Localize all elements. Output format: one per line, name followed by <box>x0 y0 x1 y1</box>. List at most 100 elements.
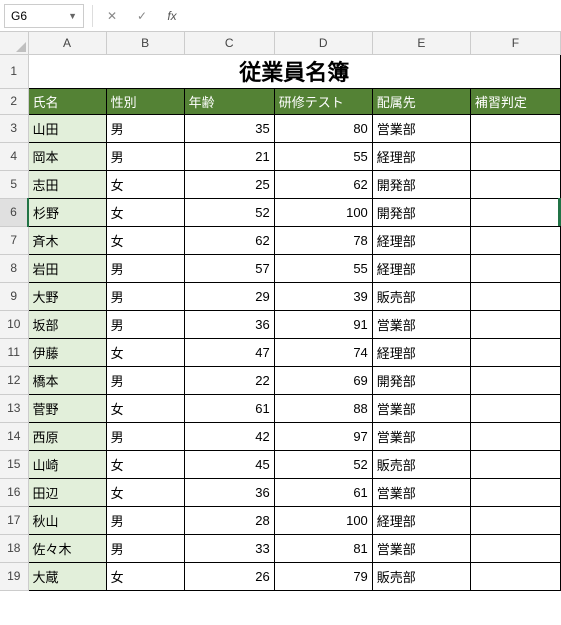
cell-score[interactable]: 100 <box>274 198 372 226</box>
row-header[interactable]: 1 <box>0 54 28 88</box>
row-header[interactable]: 14 <box>0 422 28 450</box>
header-cell[interactable]: 性別 <box>106 88 184 114</box>
cell-sex[interactable]: 女 <box>106 226 184 254</box>
cell-sex[interactable]: 男 <box>106 366 184 394</box>
row-header[interactable]: 17 <box>0 506 28 534</box>
row-header[interactable]: 12 <box>0 366 28 394</box>
cell-age[interactable]: 42 <box>184 422 274 450</box>
cell-sex[interactable]: 男 <box>106 506 184 534</box>
header-cell[interactable]: 研修テスト <box>274 88 372 114</box>
cell-name[interactable]: 西原 <box>28 422 106 450</box>
cell-age[interactable]: 61 <box>184 394 274 422</box>
cell-rem[interactable] <box>470 282 560 310</box>
cell-dept[interactable]: 営業部 <box>372 114 470 142</box>
sheet-title[interactable]: 従業員名簿 <box>28 54 560 88</box>
fx-icon[interactable]: fх <box>161 5 183 27</box>
cell-age[interactable]: 29 <box>184 282 274 310</box>
cell-sex[interactable]: 女 <box>106 394 184 422</box>
cell-rem[interactable] <box>470 170 560 198</box>
cell-score[interactable]: 61 <box>274 478 372 506</box>
row-header[interactable]: 18 <box>0 534 28 562</box>
cell-rem[interactable] <box>470 310 560 338</box>
cell-score[interactable]: 62 <box>274 170 372 198</box>
cell-dept[interactable]: 営業部 <box>372 394 470 422</box>
row-header[interactable]: 11 <box>0 338 28 366</box>
cell-dept[interactable]: 開発部 <box>372 170 470 198</box>
cell-score[interactable]: 100 <box>274 506 372 534</box>
cell-age[interactable]: 33 <box>184 534 274 562</box>
row-header[interactable]: 3 <box>0 114 28 142</box>
header-cell[interactable]: 年齢 <box>184 88 274 114</box>
cell-rem[interactable] <box>470 450 560 478</box>
cell-dept[interactable]: 経理部 <box>372 338 470 366</box>
cell-name[interactable]: 菅野 <box>28 394 106 422</box>
cell-score[interactable]: 55 <box>274 142 372 170</box>
cell-sex[interactable]: 女 <box>106 198 184 226</box>
row-header[interactable]: 16 <box>0 478 28 506</box>
cell-name[interactable]: 大蔵 <box>28 562 106 590</box>
cell-sex[interactable]: 男 <box>106 534 184 562</box>
cell-sex[interactable]: 女 <box>106 562 184 590</box>
cell-score[interactable]: 55 <box>274 254 372 282</box>
name-box[interactable]: G6 ▼ <box>4 4 84 28</box>
cell-age[interactable]: 35 <box>184 114 274 142</box>
col-header[interactable]: D <box>274 32 372 54</box>
cell-name[interactable]: 山崎 <box>28 450 106 478</box>
row-header[interactable]: 7 <box>0 226 28 254</box>
cell-sex[interactable]: 男 <box>106 114 184 142</box>
cell-score[interactable]: 91 <box>274 310 372 338</box>
row-header[interactable]: 8 <box>0 254 28 282</box>
row-header[interactable]: 5 <box>0 170 28 198</box>
cell-rem[interactable] <box>470 254 560 282</box>
cell-age[interactable]: 52 <box>184 198 274 226</box>
cell-age[interactable]: 22 <box>184 366 274 394</box>
cell-dept[interactable]: 販売部 <box>372 450 470 478</box>
cell-rem[interactable] <box>470 562 560 590</box>
cell-rem[interactable] <box>470 338 560 366</box>
col-header[interactable]: E <box>372 32 470 54</box>
cell-sex[interactable]: 女 <box>106 170 184 198</box>
cell-age[interactable]: 28 <box>184 506 274 534</box>
cell-age[interactable]: 26 <box>184 562 274 590</box>
enter-icon[interactable]: ✓ <box>131 5 153 27</box>
col-header[interactable]: B <box>106 32 184 54</box>
cell-age[interactable]: 25 <box>184 170 274 198</box>
cell-sex[interactable]: 男 <box>106 310 184 338</box>
col-header[interactable]: F <box>470 32 560 54</box>
cell-dept[interactable]: 経理部 <box>372 142 470 170</box>
cell-name[interactable]: 志田 <box>28 170 106 198</box>
header-cell[interactable]: 氏名 <box>28 88 106 114</box>
cell-sex[interactable]: 男 <box>106 282 184 310</box>
formula-input[interactable] <box>191 4 557 28</box>
cell-score[interactable]: 81 <box>274 534 372 562</box>
select-all-corner[interactable] <box>0 32 28 54</box>
cell-name[interactable]: 佐々木 <box>28 534 106 562</box>
cell-dept[interactable]: 販売部 <box>372 562 470 590</box>
row-header[interactable]: 13 <box>0 394 28 422</box>
cell-rem[interactable] <box>470 198 560 226</box>
cell-name[interactable]: 田辺 <box>28 478 106 506</box>
cell-name[interactable]: 大野 <box>28 282 106 310</box>
cell-name[interactable]: 橋本 <box>28 366 106 394</box>
row-header[interactable]: 2 <box>0 88 28 114</box>
cell-score[interactable]: 39 <box>274 282 372 310</box>
col-header[interactable]: C <box>184 32 274 54</box>
cell-name[interactable]: 斉木 <box>28 226 106 254</box>
row-header[interactable]: 10 <box>0 310 28 338</box>
cell-name[interactable]: 山田 <box>28 114 106 142</box>
cell-name[interactable]: 伊藤 <box>28 338 106 366</box>
cell-dept[interactable]: 販売部 <box>372 282 470 310</box>
cell-name[interactable]: 岡本 <box>28 142 106 170</box>
cell-age[interactable]: 21 <box>184 142 274 170</box>
cell-age[interactable]: 36 <box>184 478 274 506</box>
cell-score[interactable]: 78 <box>274 226 372 254</box>
cell-rem[interactable] <box>470 114 560 142</box>
cell-sex[interactable]: 女 <box>106 478 184 506</box>
header-cell[interactable]: 補習判定 <box>470 88 560 114</box>
cell-dept[interactable]: 経理部 <box>372 254 470 282</box>
cell-name[interactable]: 岩田 <box>28 254 106 282</box>
cell-score[interactable]: 79 <box>274 562 372 590</box>
cell-dept[interactable]: 経理部 <box>372 226 470 254</box>
chevron-down-icon[interactable]: ▼ <box>68 11 77 21</box>
cell-score[interactable]: 74 <box>274 338 372 366</box>
